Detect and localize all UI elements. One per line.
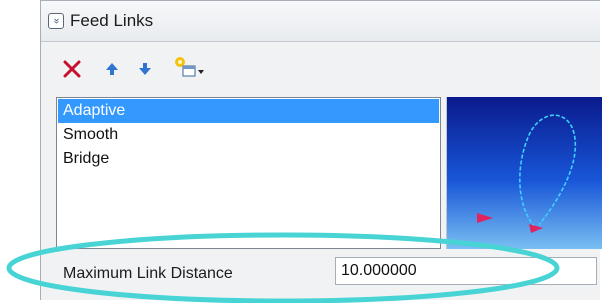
link-preview-image xyxy=(446,97,602,249)
list-item-adaptive[interactable]: Adaptive xyxy=(58,99,439,123)
arrow-down-icon xyxy=(139,63,151,75)
list-item-bridge[interactable]: Bridge xyxy=(58,147,439,171)
move-up-button[interactable] xyxy=(105,62,119,81)
feed-links-panel: » Feed Links Adaptive Smooth Bridge Maxi… xyxy=(40,0,602,300)
toolbar xyxy=(41,50,600,90)
arrow-up-icon xyxy=(106,63,118,75)
add-link-dropdown-button[interactable] xyxy=(171,55,205,86)
panel-title: Feed Links xyxy=(70,11,154,30)
delete-button[interactable] xyxy=(63,60,81,83)
link-type-list[interactable]: Adaptive Smooth Bridge xyxy=(56,97,441,249)
list-item-smooth[interactable]: Smooth xyxy=(58,123,439,147)
move-down-button[interactable] xyxy=(138,62,152,81)
delete-x-icon xyxy=(63,60,81,78)
max-link-distance-input[interactable] xyxy=(335,257,597,285)
panel-header[interactable]: » Feed Links xyxy=(41,1,600,42)
max-link-distance-label: Maximum Link Distance xyxy=(63,265,233,282)
max-link-distance-row: Maximum Link Distance xyxy=(41,254,600,289)
collapse-icon[interactable]: » xyxy=(48,13,64,29)
add-dropdown-icon xyxy=(175,57,204,77)
